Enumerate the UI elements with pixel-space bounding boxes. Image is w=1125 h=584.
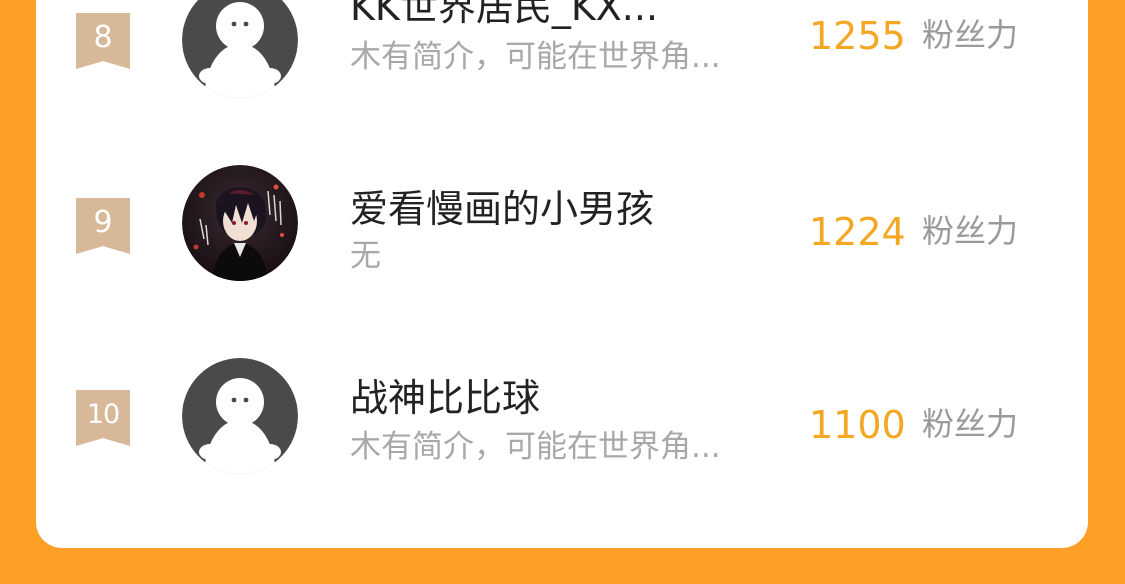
fan-power-label: 粉丝力 [922, 16, 1019, 54]
user-bio: 无 [350, 238, 381, 274]
rank-number: 8 [93, 20, 113, 55]
leaderboard-row-10[interactable]: 10 战神比比球 木有简介，可能在世界角... 1100 粉丝力 [36, 358, 1088, 488]
default-avatar-icon[interactable] [182, 358, 298, 474]
fan-power-score: 1255 [809, 14, 906, 58]
rank-number: 9 [93, 205, 113, 240]
fan-power-label: 粉丝力 [922, 405, 1019, 443]
leaderboard-row-9[interactable]: 9 爱看慢画的小男孩 无 1224 粉丝力 [36, 162, 1088, 292]
user-bio: 木有简介，可能在世界角... [350, 429, 721, 465]
user-name[interactable]: KK世界居民_KX... [350, 0, 658, 29]
user-name[interactable]: 爱看慢画的小男孩 [350, 187, 654, 231]
fan-power-score: 1100 [809, 403, 906, 447]
user-name[interactable]: 战神比比球 [350, 376, 540, 420]
anime-avatar-image[interactable] [182, 165, 298, 281]
leaderboard-card: 8 KK世界居民_KX... 木有简介，可能在世界角... 1255 粉丝力 9 [36, 0, 1088, 548]
leaderboard-row-8[interactable]: 8 KK世界居民_KX... 木有简介，可能在世界角... 1255 粉丝力 [36, 0, 1088, 105]
fan-power-label: 粉丝力 [922, 212, 1019, 250]
rank-badge: 8 [76, 13, 130, 69]
fan-power-score: 1224 [809, 210, 906, 254]
rank-number: 10 [86, 399, 120, 430]
default-avatar-icon[interactable] [182, 0, 298, 98]
user-bio: 木有简介，可能在世界角... [350, 39, 721, 75]
rank-badge: 10 [76, 390, 130, 446]
rank-badge: 9 [76, 198, 130, 254]
